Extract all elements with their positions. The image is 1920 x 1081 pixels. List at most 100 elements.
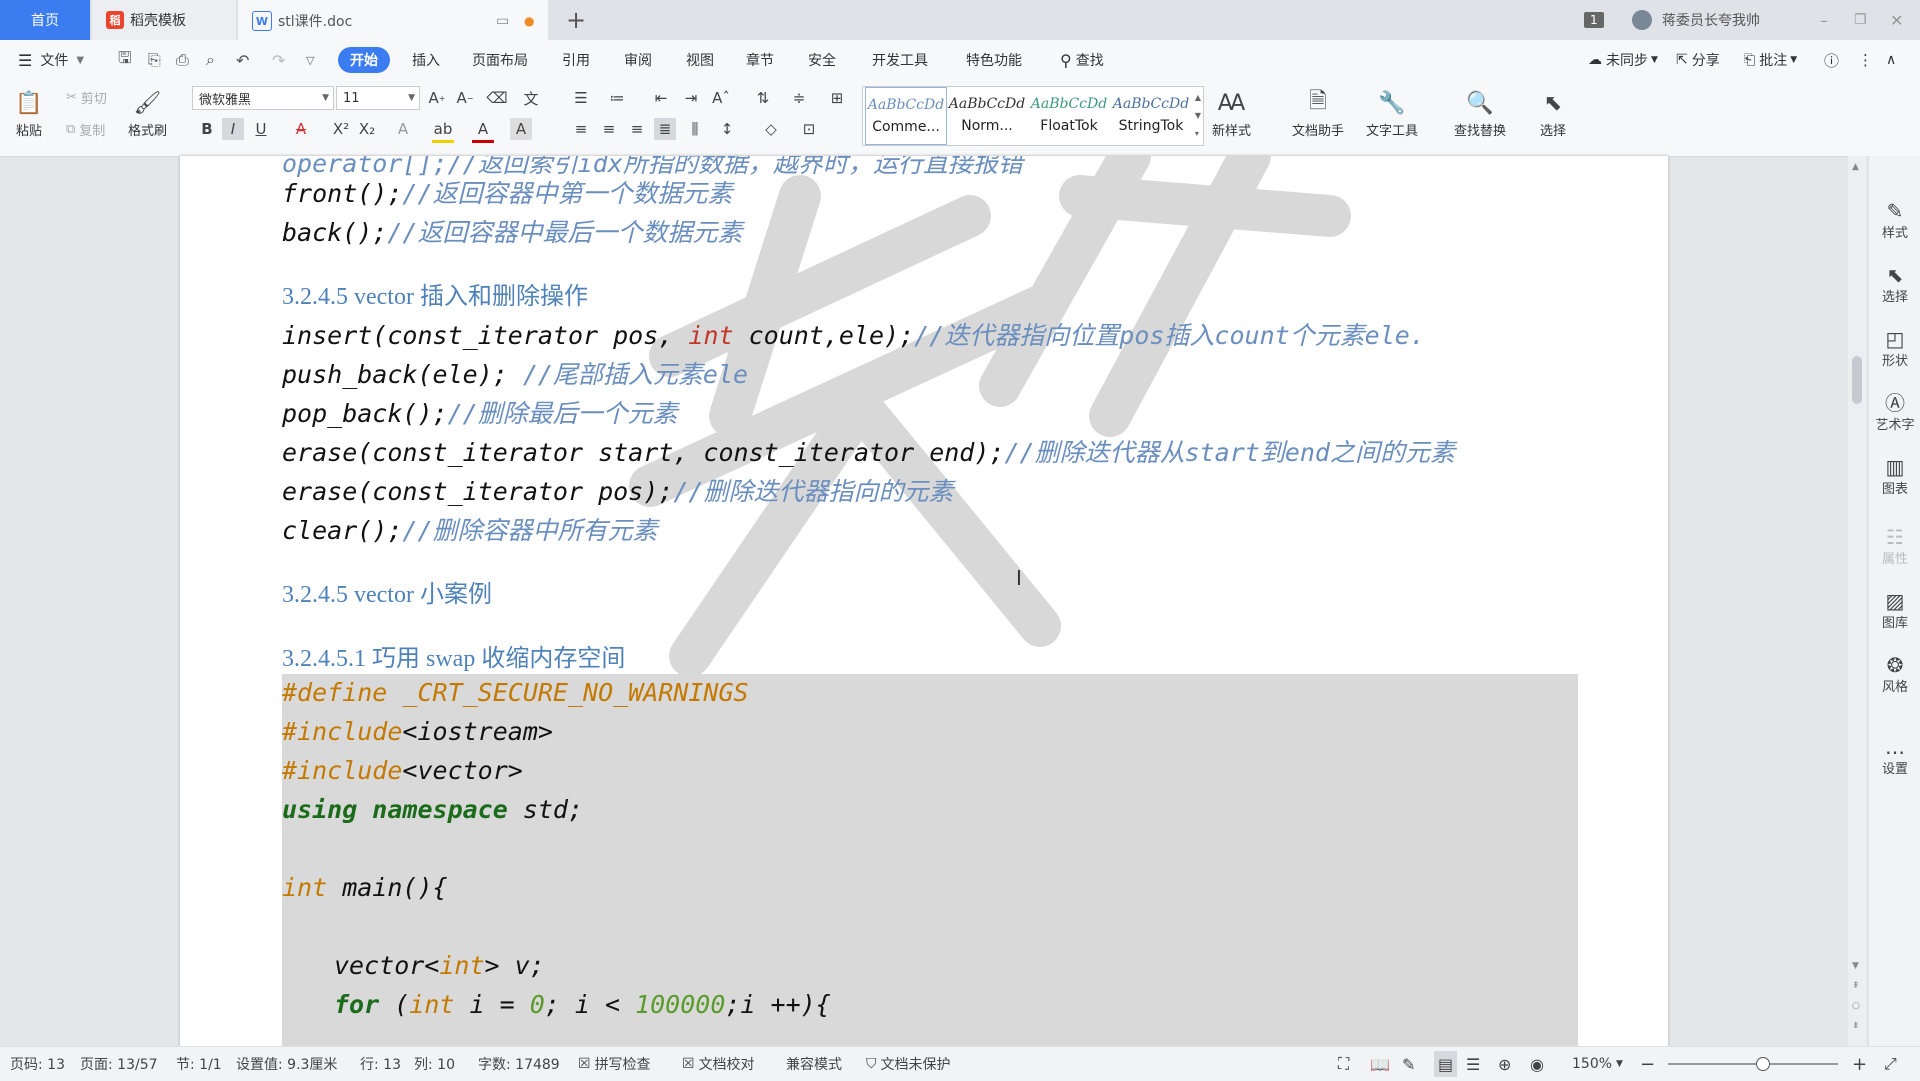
- shrink-font-icon[interactable]: A −: [454, 87, 476, 109]
- copy-button[interactable]: ⧉ 复制: [66, 120, 105, 139]
- tab-document[interactable]: W stl课件.doc ▭ ●: [238, 0, 548, 40]
- tab-view[interactable]: 视图: [686, 40, 714, 80]
- user-account[interactable]: 蒋委员长夸我帅: [1632, 0, 1760, 40]
- tab-page-layout[interactable]: 页面布局: [472, 40, 528, 80]
- highlight-icon[interactable]: ab: [432, 118, 454, 143]
- tab-home[interactable]: 首页: [0, 0, 90, 40]
- increase-indent-icon[interactable]: ⇥: [680, 87, 702, 109]
- grow-font-icon[interactable]: A +: [426, 87, 448, 109]
- status-words[interactable]: 字数: 17489: [478, 1047, 560, 1081]
- font-color-icon[interactable]: A: [472, 118, 494, 143]
- sync-status[interactable]: ☁ 未同步 ▼: [1588, 40, 1658, 80]
- scroll-up-icon[interactable]: ▲: [1852, 162, 1859, 172]
- page-view-icon[interactable]: ▤: [1434, 1051, 1458, 1077]
- comment-button[interactable]: ⎗ 批注 ▼: [1744, 40, 1797, 80]
- bold-icon[interactable]: B: [196, 118, 218, 140]
- customize-icon[interactable]: ▽: [306, 40, 314, 80]
- outline-view-icon[interactable]: ☰: [1466, 1047, 1480, 1081]
- bullet-list-icon[interactable]: ☰: [570, 87, 592, 109]
- panel-theme[interactable]: ❂ 风格: [1869, 654, 1920, 695]
- strikethrough-icon[interactable]: A: [290, 118, 312, 140]
- tab-start[interactable]: 开始: [338, 47, 390, 73]
- print-icon[interactable]: ⎙: [176, 40, 189, 80]
- tab-references[interactable]: 引用: [562, 40, 590, 80]
- undo-icon[interactable]: ↶: [236, 40, 249, 80]
- justify-icon[interactable]: ≣: [654, 118, 676, 140]
- status-pages[interactable]: 页面: 13/57: [80, 1047, 158, 1081]
- paragraph-spacing-icon[interactable]: ↕: [716, 118, 738, 140]
- panel-style[interactable]: ✎ 样式: [1869, 200, 1920, 241]
- subscript-icon[interactable]: X₂: [356, 118, 378, 140]
- panel-chart[interactable]: ▥ 图表: [1869, 456, 1920, 497]
- panel-settings[interactable]: … 设置: [1869, 736, 1920, 777]
- align-left-icon[interactable]: ≡: [570, 118, 592, 140]
- zoom-slider[interactable]: [1668, 1063, 1838, 1065]
- panel-wordart[interactable]: Ⓐ 艺术字: [1869, 392, 1920, 433]
- zoom-select[interactable]: 150% ▼: [1572, 1047, 1623, 1081]
- new-style-button[interactable]: Ꜳ 新样式: [1212, 86, 1251, 140]
- style-stringtok[interactable]: AaBbCcDd StringTok: [1111, 87, 1191, 143]
- proofread-button[interactable]: ☒ 文档校对: [682, 1047, 755, 1081]
- style-floattok[interactable]: AaBbCcDd FloatTok: [1029, 87, 1109, 143]
- sort-icon[interactable]: ⇅: [752, 87, 774, 109]
- tab-features[interactable]: 特色功能: [966, 40, 1022, 80]
- export-icon[interactable]: ⎘: [148, 40, 161, 80]
- status-page-code[interactable]: 页码: 13: [10, 1047, 65, 1081]
- align-center-icon[interactable]: ≡: [598, 118, 620, 140]
- collapse-ribbon-icon[interactable]: ∧: [1886, 40, 1896, 80]
- panel-shape[interactable]: ◰ 形状: [1869, 328, 1920, 369]
- tab-review[interactable]: 审阅: [624, 40, 652, 80]
- spell-check-button[interactable]: ☒ 拼写检查: [578, 1047, 651, 1081]
- phonetic-icon[interactable]: 文: [520, 87, 542, 109]
- tab-chapter[interactable]: 章节: [746, 40, 774, 80]
- shading-icon[interactable]: ◇: [760, 118, 782, 140]
- tab-security[interactable]: 安全: [808, 40, 836, 80]
- select-button[interactable]: ⬉ 选择: [1536, 86, 1570, 140]
- scroll-thumb[interactable]: [1852, 356, 1862, 404]
- protect-button[interactable]: ⛉ 文档未保护: [866, 1047, 951, 1081]
- search-command[interactable]: ⚲ 查找: [1060, 40, 1104, 80]
- style-comment[interactable]: AaBbCcDd Comme...: [865, 87, 947, 145]
- gallery-scroll-icon[interactable]: ▲ ▼ ▾: [1195, 89, 1201, 143]
- font-size-adjust-icon[interactable]: Aˆ: [710, 87, 732, 109]
- style-normal[interactable]: AaBbCcDd Norm...: [947, 87, 1027, 143]
- panel-select[interactable]: ⬉ 选择: [1869, 264, 1920, 305]
- line-spacing-icon[interactable]: ≑: [788, 87, 810, 109]
- paste-button[interactable]: 📋 粘贴: [12, 86, 46, 140]
- numbered-list-icon[interactable]: ≔: [606, 87, 628, 109]
- new-tab-button[interactable]: +: [566, 0, 586, 40]
- font-name-select[interactable]: 微软雅黑 ▼: [192, 86, 334, 110]
- file-menu[interactable]: ☰ 文件 ▼: [18, 40, 84, 80]
- monitor-icon[interactable]: ▭: [496, 13, 509, 29]
- find-replace-button[interactable]: 🔍 查找替换: [1454, 86, 1506, 140]
- share-button[interactable]: ⇱ 分享: [1676, 40, 1720, 80]
- redo-icon[interactable]: ↷: [272, 40, 285, 80]
- superscript-icon[interactable]: X²: [330, 118, 352, 140]
- more-icon[interactable]: ⋮: [1858, 40, 1873, 80]
- tab-developer[interactable]: 开发工具: [872, 40, 928, 80]
- maximize-button[interactable]: ❐: [1854, 0, 1867, 40]
- borders-icon[interactable]: ⊡: [798, 118, 820, 140]
- web-view-icon[interactable]: ⊕: [1498, 1047, 1511, 1081]
- italic-icon[interactable]: I: [222, 118, 244, 140]
- write-mode-icon[interactable]: ✎: [1402, 1047, 1415, 1081]
- decrease-indent-icon[interactable]: ⇤: [650, 87, 672, 109]
- vertical-scrollbar[interactable]: ▲ ▼ ⇞ ○ ⇟: [1848, 156, 1866, 1046]
- align-right-icon[interactable]: ≡: [626, 118, 648, 140]
- minimize-button[interactable]: –: [1820, 0, 1828, 40]
- zoom-out-icon[interactable]: −: [1640, 1047, 1655, 1081]
- eye-protection-icon[interactable]: ◉: [1530, 1047, 1544, 1081]
- format-painter-button[interactable]: 🖌 格式刷: [128, 86, 167, 140]
- text-effect-icon[interactable]: A: [392, 118, 414, 140]
- fit-window-icon[interactable]: ⤢: [1884, 1047, 1897, 1081]
- clear-format-icon[interactable]: ⌫: [486, 87, 508, 109]
- tab-template[interactable]: 稻 稻壳模板: [92, 0, 236, 40]
- page-nav-icon[interactable]: ▼ ⇞ ○ ⇟: [1852, 956, 1860, 1036]
- underline-icon[interactable]: U: [250, 118, 272, 140]
- panel-properties[interactable]: ☷ 属性: [1869, 526, 1920, 567]
- reading-mode-icon[interactable]: 📖: [1370, 1047, 1390, 1081]
- document-page[interactable]: operator[];//返回索引idx所指的数据，越界时，运行直接报错 fro…: [180, 156, 1668, 1046]
- panel-gallery[interactable]: ▨ 图库: [1869, 590, 1920, 631]
- font-size-select[interactable]: 11 ▼: [336, 86, 420, 110]
- help-icon[interactable]: ⓘ: [1824, 40, 1839, 80]
